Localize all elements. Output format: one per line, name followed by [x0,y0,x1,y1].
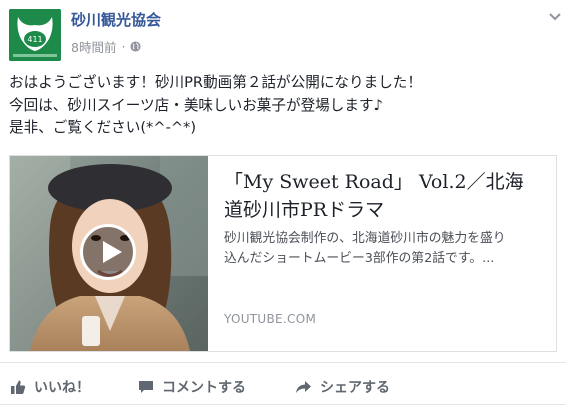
share-button[interactable]: シェアする [295,377,390,397]
link-domain: YOUTUBE.COM [224,312,317,326]
svg-text:411: 411 [27,35,42,44]
comment-icon [139,381,153,393]
post-message: おはようございます！砂川PR動画第２話が公開になりました！ 今回は、砂川スイーツ… [9,72,554,140]
post-line: 今回は、砂川スイーツ店・美味しいお菓子が登場します♪ [9,96,383,114]
share-arrow-icon [296,381,311,393]
link-preview-card[interactable]: 「My Sweet Road」 Vol.2／北海 道砂川市PRドラマ 砂川観光協… [9,155,557,352]
page-avatar[interactable]: 411 [9,9,61,61]
video-thumbnail[interactable] [10,156,208,351]
share-label: シェアする [320,380,390,396]
comment-label: コメントする [162,380,246,396]
chevron-down-icon[interactable] [549,13,561,21]
link-description-line: 込んだショートムービー3部作の第2話です。... [224,251,495,266]
post-meta: 8時間前 · [71,37,141,56]
comment-button[interactable]: コメントする [138,377,246,397]
meta-separator: · [121,39,126,54]
link-title-line: 道砂川市PRドラマ [224,199,385,221]
link-description-line: 砂川観光協会制作の、北海道砂川市の魅力を盛り [224,231,506,246]
globe-icon [130,41,141,52]
divider [0,404,566,405]
link-description: 砂川観光協会制作の、北海道砂川市の魅力を盛り 込んだショートムービー3部作の第2… [224,229,550,269]
play-button[interactable] [80,224,136,280]
like-button[interactable]: いいね！ [10,377,90,397]
link-title[interactable]: 「My Sweet Road」 Vol.2／北海 道砂川市PRドラマ [224,168,550,224]
thumbs-up-icon [11,380,26,394]
play-icon [103,241,122,263]
link-title-line: 「My Sweet Road」 Vol.2／北海 [224,171,524,193]
page-logo: 411 [9,9,61,61]
facebook-post: 411 砂川観光協会 8時間前 · おはようございます！砂川PR動画第２話が公開… [0,0,566,410]
page-name-link[interactable]: 砂川観光協会 [71,9,161,30]
like-label: いいね！ [34,380,90,396]
post-line: 是非、ご覧ください(*^-^*) [9,119,197,136]
post-timestamp[interactable]: 8時間前 [71,37,116,56]
post-line: おはようございます！砂川PR動画第２話が公開になりました！ [9,74,422,91]
